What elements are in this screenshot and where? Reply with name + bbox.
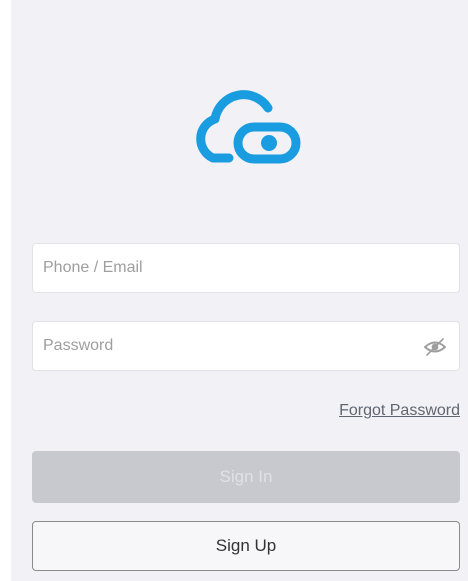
password-field <box>32 321 460 371</box>
cloud-eye-icon <box>196 90 301 164</box>
eye-icon[interactable] <box>423 337 447 357</box>
sign-in-button[interactable]: Sign In <box>32 451 460 503</box>
forgot-password-link[interactable]: Forgot Password <box>339 402 460 420</box>
password-input[interactable] <box>33 322 459 370</box>
phone-email-input[interactable] <box>33 244 459 292</box>
phone-email-field <box>32 243 460 293</box>
sign-up-button[interactable]: Sign Up <box>32 521 460 571</box>
